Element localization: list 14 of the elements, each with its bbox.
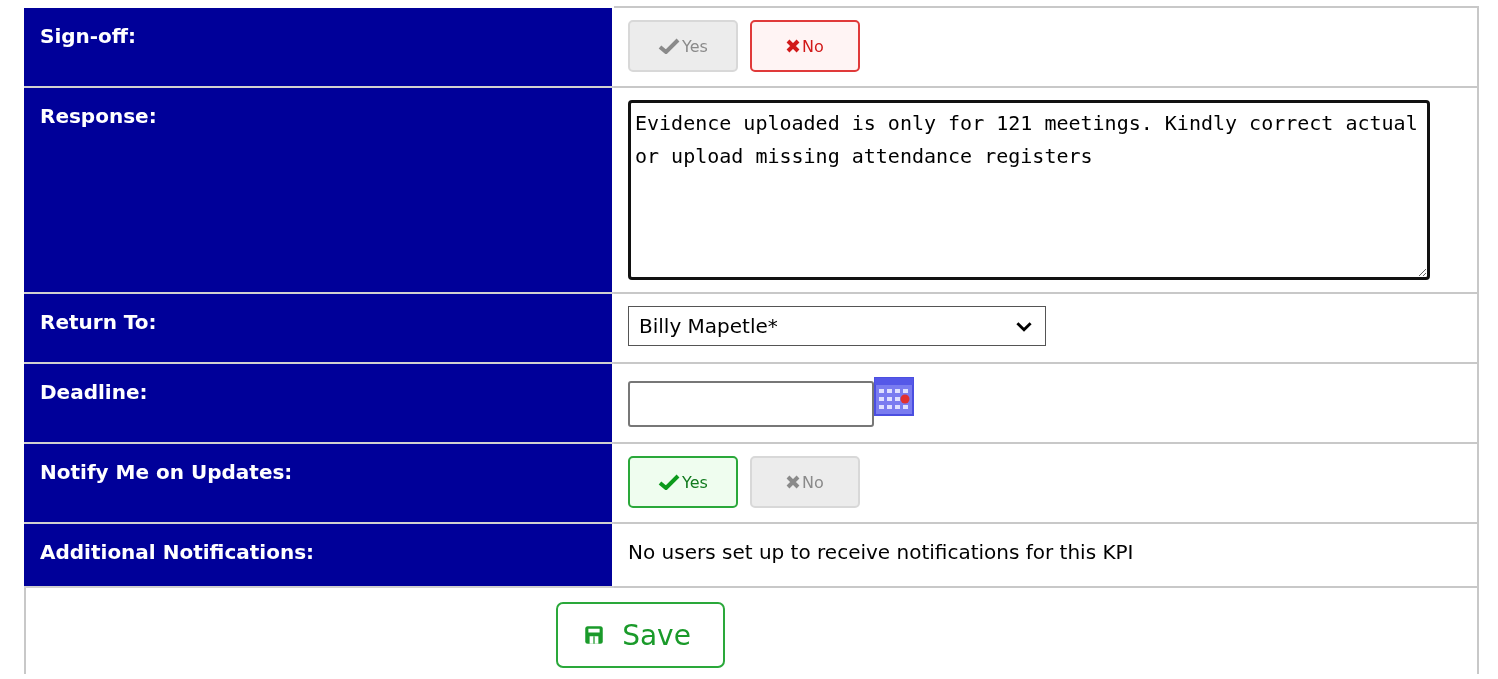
- save-button[interactable]: Save: [556, 602, 725, 668]
- field-label: Notify Me on Updates:: [25, 443, 613, 523]
- yes-button[interactable]: Yes: [628, 456, 738, 508]
- yes-button[interactable]: Yes: [628, 20, 738, 72]
- field-label: Response:: [25, 87, 613, 293]
- response-field[interactable]: Evidence uploaded is only for 121 meetings. Kindly correct actual or upload missing attendance registers: [628, 100, 1430, 280]
- no-button[interactable]: No: [750, 20, 860, 72]
- no-button[interactable]: No: [750, 456, 860, 508]
- field-label: Additional Notifications:: [25, 523, 613, 587]
- field-label: Deadline:: [25, 363, 613, 443]
- field-label: Return To:: [25, 293, 613, 363]
- return-to-dropdown[interactable]: Billy Mapetle*: [628, 306, 1046, 346]
- notifications-text: No users set up to receive notifications for this KPI: [628, 539, 1135, 564]
- field-label: Sign-off:: [25, 7, 613, 87]
